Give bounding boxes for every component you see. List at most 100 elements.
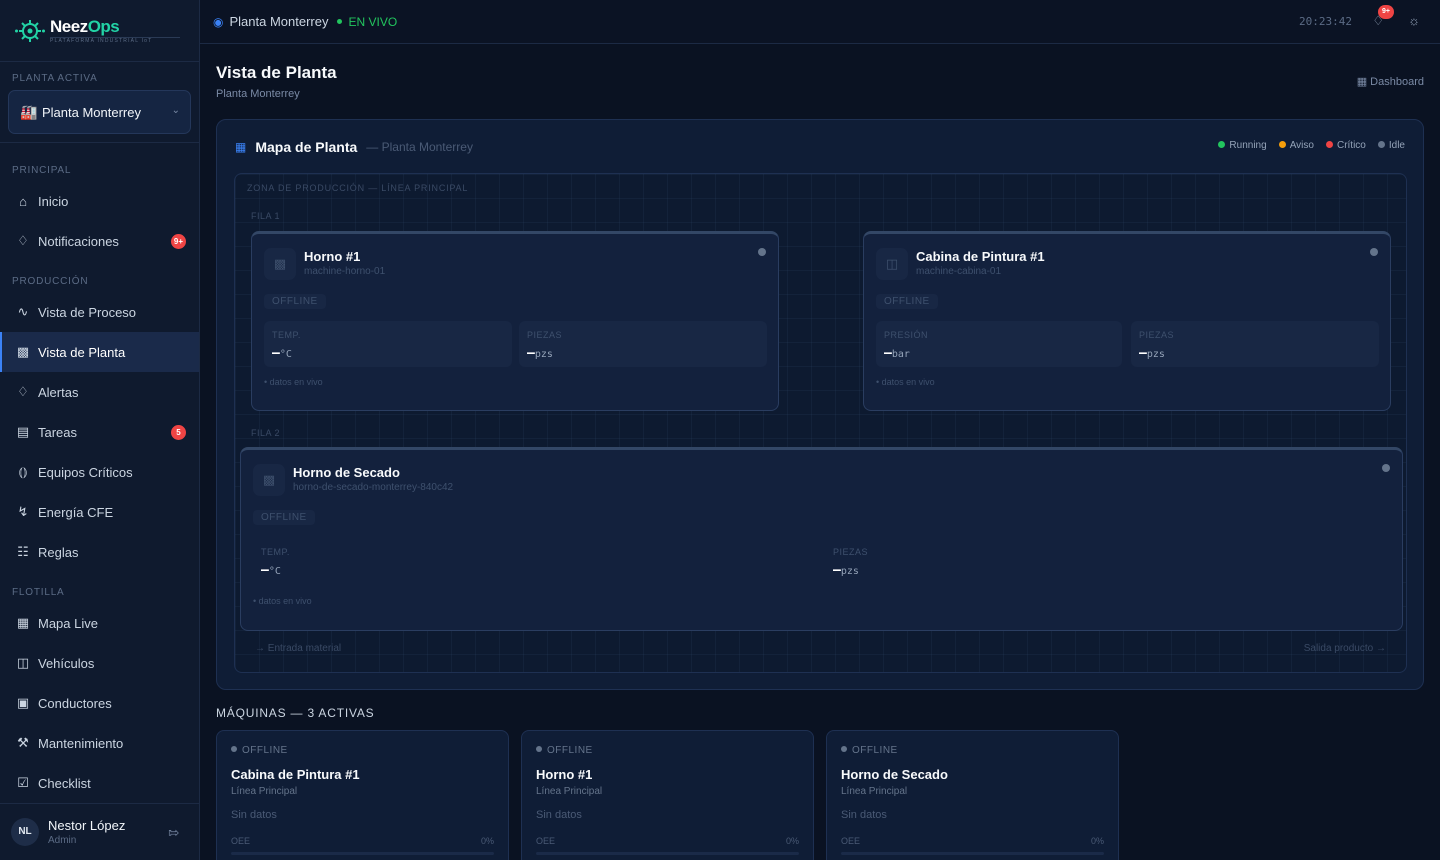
legend-label: Running (1229, 140, 1267, 151)
location-pin-icon: ◉ (213, 14, 224, 29)
sun-icon[interactable]: ☼ (1408, 13, 1420, 28)
machine-card-horno-secado[interactable]: ▩ Horno de Secado horno-de-secado-monter… (240, 447, 1403, 631)
machine-id: machine-horno-01 (304, 266, 386, 277)
sidebar-item-label: Mapa Live (38, 615, 98, 631)
user-role: Admin (48, 835, 77, 846)
section-label-principal: PRINCIPAL (12, 165, 72, 176)
metric-unit: pzs (1146, 349, 1165, 360)
metric-pieces: PIEZAS —pzs (1131, 321, 1379, 367)
oee-value: 0% (1090, 836, 1104, 846)
status-badge: OFFLINE (841, 745, 898, 756)
machine-name: Horno de Secado (293, 465, 400, 480)
oee-label: OEE (231, 836, 251, 846)
sidebar-item-inicio[interactable]: ⌂ Inicio (0, 181, 199, 221)
brand-name-a: Neez (50, 16, 88, 36)
live-data-label: • datos en vivo (876, 377, 935, 387)
sidebar-item-vehiculos[interactable]: ◫ Vehículos (0, 643, 199, 683)
bell-icon: ♢ (17, 233, 29, 248)
process-icon: ∿ (17, 304, 29, 319)
no-data-label: Sin datos (841, 809, 887, 821)
live-data-text: datos en vivo (269, 377, 323, 387)
dashboard-link[interactable]: ▦ Dashboard (1357, 75, 1424, 88)
spray-booth-icon: ◫ (876, 248, 908, 280)
metric-temperature: TEMP. —°C (264, 321, 512, 367)
status-badge: OFFLINE (253, 510, 315, 525)
legend-item: Crítico (1325, 140, 1366, 151)
machine-summary-card[interactable]: OFFLINE Horno de Secado Línea Principal … (826, 730, 1119, 860)
row-label-2: FILA 2 (251, 428, 281, 438)
metric-value: — (1139, 346, 1147, 361)
oee-progress-bar (841, 852, 1104, 855)
status-badge: OFFLINE (876, 294, 938, 309)
machine-summary-card[interactable]: OFFLINE Horno #1 Línea Principal Sin dat… (521, 730, 814, 860)
metric-unit: pzs (534, 349, 553, 360)
sidebar: NeezOps PLATAFORMA INDUSTRIAL IoT PLANTA… (0, 0, 200, 860)
sidebar-item-alertas[interactable]: ♢ Alertas (0, 372, 199, 412)
sidebar-item-vista-planta[interactable]: ▩ Vista de Planta (0, 332, 199, 372)
sidebar-item-equipos-criticos[interactable]: ⦅⦆ Equipos Críticos (0, 452, 199, 492)
sidebar-item-label: Vista de Planta (38, 344, 126, 360)
user-profile[interactable]: NL Nestor López Admin ⇰ (0, 803, 199, 860)
machine-id: machine-cabina-01 (916, 266, 1002, 277)
metric-pressure: PRESIÓN —bar (876, 321, 1122, 367)
sidebar-item-label: Vehículos (38, 655, 95, 671)
furnace-icon: ▩ (253, 464, 285, 496)
sidebar-item-label: Inicio (38, 193, 69, 209)
metric-unit: pzs (840, 566, 859, 577)
page-title: Vista de Planta (216, 63, 337, 82)
sidebar-item-tareas[interactable]: ▤ Tareas 5 (0, 412, 199, 452)
sidebar-item-mapa-live[interactable]: ▦ Mapa Live (0, 603, 199, 643)
legend-label: Crítico (1336, 140, 1366, 151)
legend-item: Idle (1377, 140, 1405, 151)
brand-tagline: PLATAFORMA INDUSTRIAL IoT (50, 36, 180, 44)
sidebar-item-mantenimiento[interactable]: ⚒ Mantenimiento (0, 723, 199, 763)
metric-value: — (272, 346, 280, 361)
sidebar-item-label: Alertas (38, 384, 79, 400)
furnace-icon: ▩ (264, 248, 296, 280)
status-dot (1370, 248, 1378, 256)
oee-value: 0% (480, 836, 494, 846)
plant-select[interactable]: 🏭 Planta Monterrey ⌄ (8, 90, 191, 134)
critical-equipment-icon: ⦅⦆ (18, 464, 28, 479)
machines-list-title: MÁQUINAS — 3 ACTIVAS (216, 706, 375, 720)
topbar-location: Planta Monterrey (229, 14, 329, 29)
metric-label: PIEZAS (833, 547, 869, 557)
metric-value: — (884, 346, 892, 361)
machine-card-cabina-1[interactable]: ◫ Cabina de Pintura #1 machine-cabina-01… (863, 231, 1391, 411)
sidebar-item-reglas[interactable]: ☷ Reglas (0, 532, 199, 572)
factory-icon: ▩ (16, 344, 30, 359)
map-icon: ▦ (16, 615, 30, 630)
legend-label: Idle (1388, 140, 1405, 151)
legend-dot (1325, 141, 1333, 148)
section-label-produccion: PRODUCCIÓN (12, 276, 89, 287)
live-data-text: datos en vivo (258, 596, 312, 606)
oee-progress-bar (231, 852, 494, 855)
machine-id: horno-de-secado-monterrey-840c42 (293, 482, 454, 493)
grid-icon: ▦ (235, 140, 247, 154)
grid-icon: ▦ (1356, 76, 1368, 88)
bell-icon: ♢ (17, 384, 29, 399)
machine-summary-card[interactable]: OFFLINE Cabina de Pintura #1 Línea Princ… (216, 730, 509, 860)
brand-logo[interactable]: NeezOps PLATAFORMA INDUSTRIAL IoT (0, 0, 199, 62)
metric-label: PIEZAS (527, 330, 563, 340)
status-badge: OFFLINE (536, 745, 593, 756)
clock: 20:23:42 (1299, 15, 1352, 28)
machine-name: Horno #1 (304, 249, 361, 264)
factory-icon: 🏭 (20, 103, 38, 120)
logout-icon[interactable]: ⇰ (168, 825, 179, 841)
sidebar-item-vista-proceso[interactable]: ∿ Vista de Proceso (0, 292, 199, 332)
live-label: EN VIVO (348, 14, 398, 29)
section-label-plant: PLANTA ACTIVA (12, 73, 98, 84)
plant-select-value: Planta Monterrey (42, 104, 141, 120)
machine-card-horno-1[interactable]: ▩ Horno #1 machine-horno-01 OFFLINE TEMP… (251, 231, 779, 411)
map-title: Mapa de Planta (255, 139, 358, 155)
sidebar-item-checklist[interactable]: ☑ Checklist (0, 763, 199, 803)
machine-name: Horno de Secado (841, 767, 948, 782)
bolt-icon: ↯ (17, 504, 29, 519)
metric-value: — (527, 346, 535, 361)
sidebar-item-notificaciones[interactable]: ♢ Notificaciones 9+ (0, 221, 199, 261)
row-label-1: FILA 1 (251, 211, 281, 221)
sidebar-item-label: Mantenimiento (38, 735, 124, 751)
sidebar-item-energia[interactable]: ↯ Energía CFE (0, 492, 199, 532)
sidebar-item-conductores[interactable]: ▣ Conductores (0, 683, 199, 723)
